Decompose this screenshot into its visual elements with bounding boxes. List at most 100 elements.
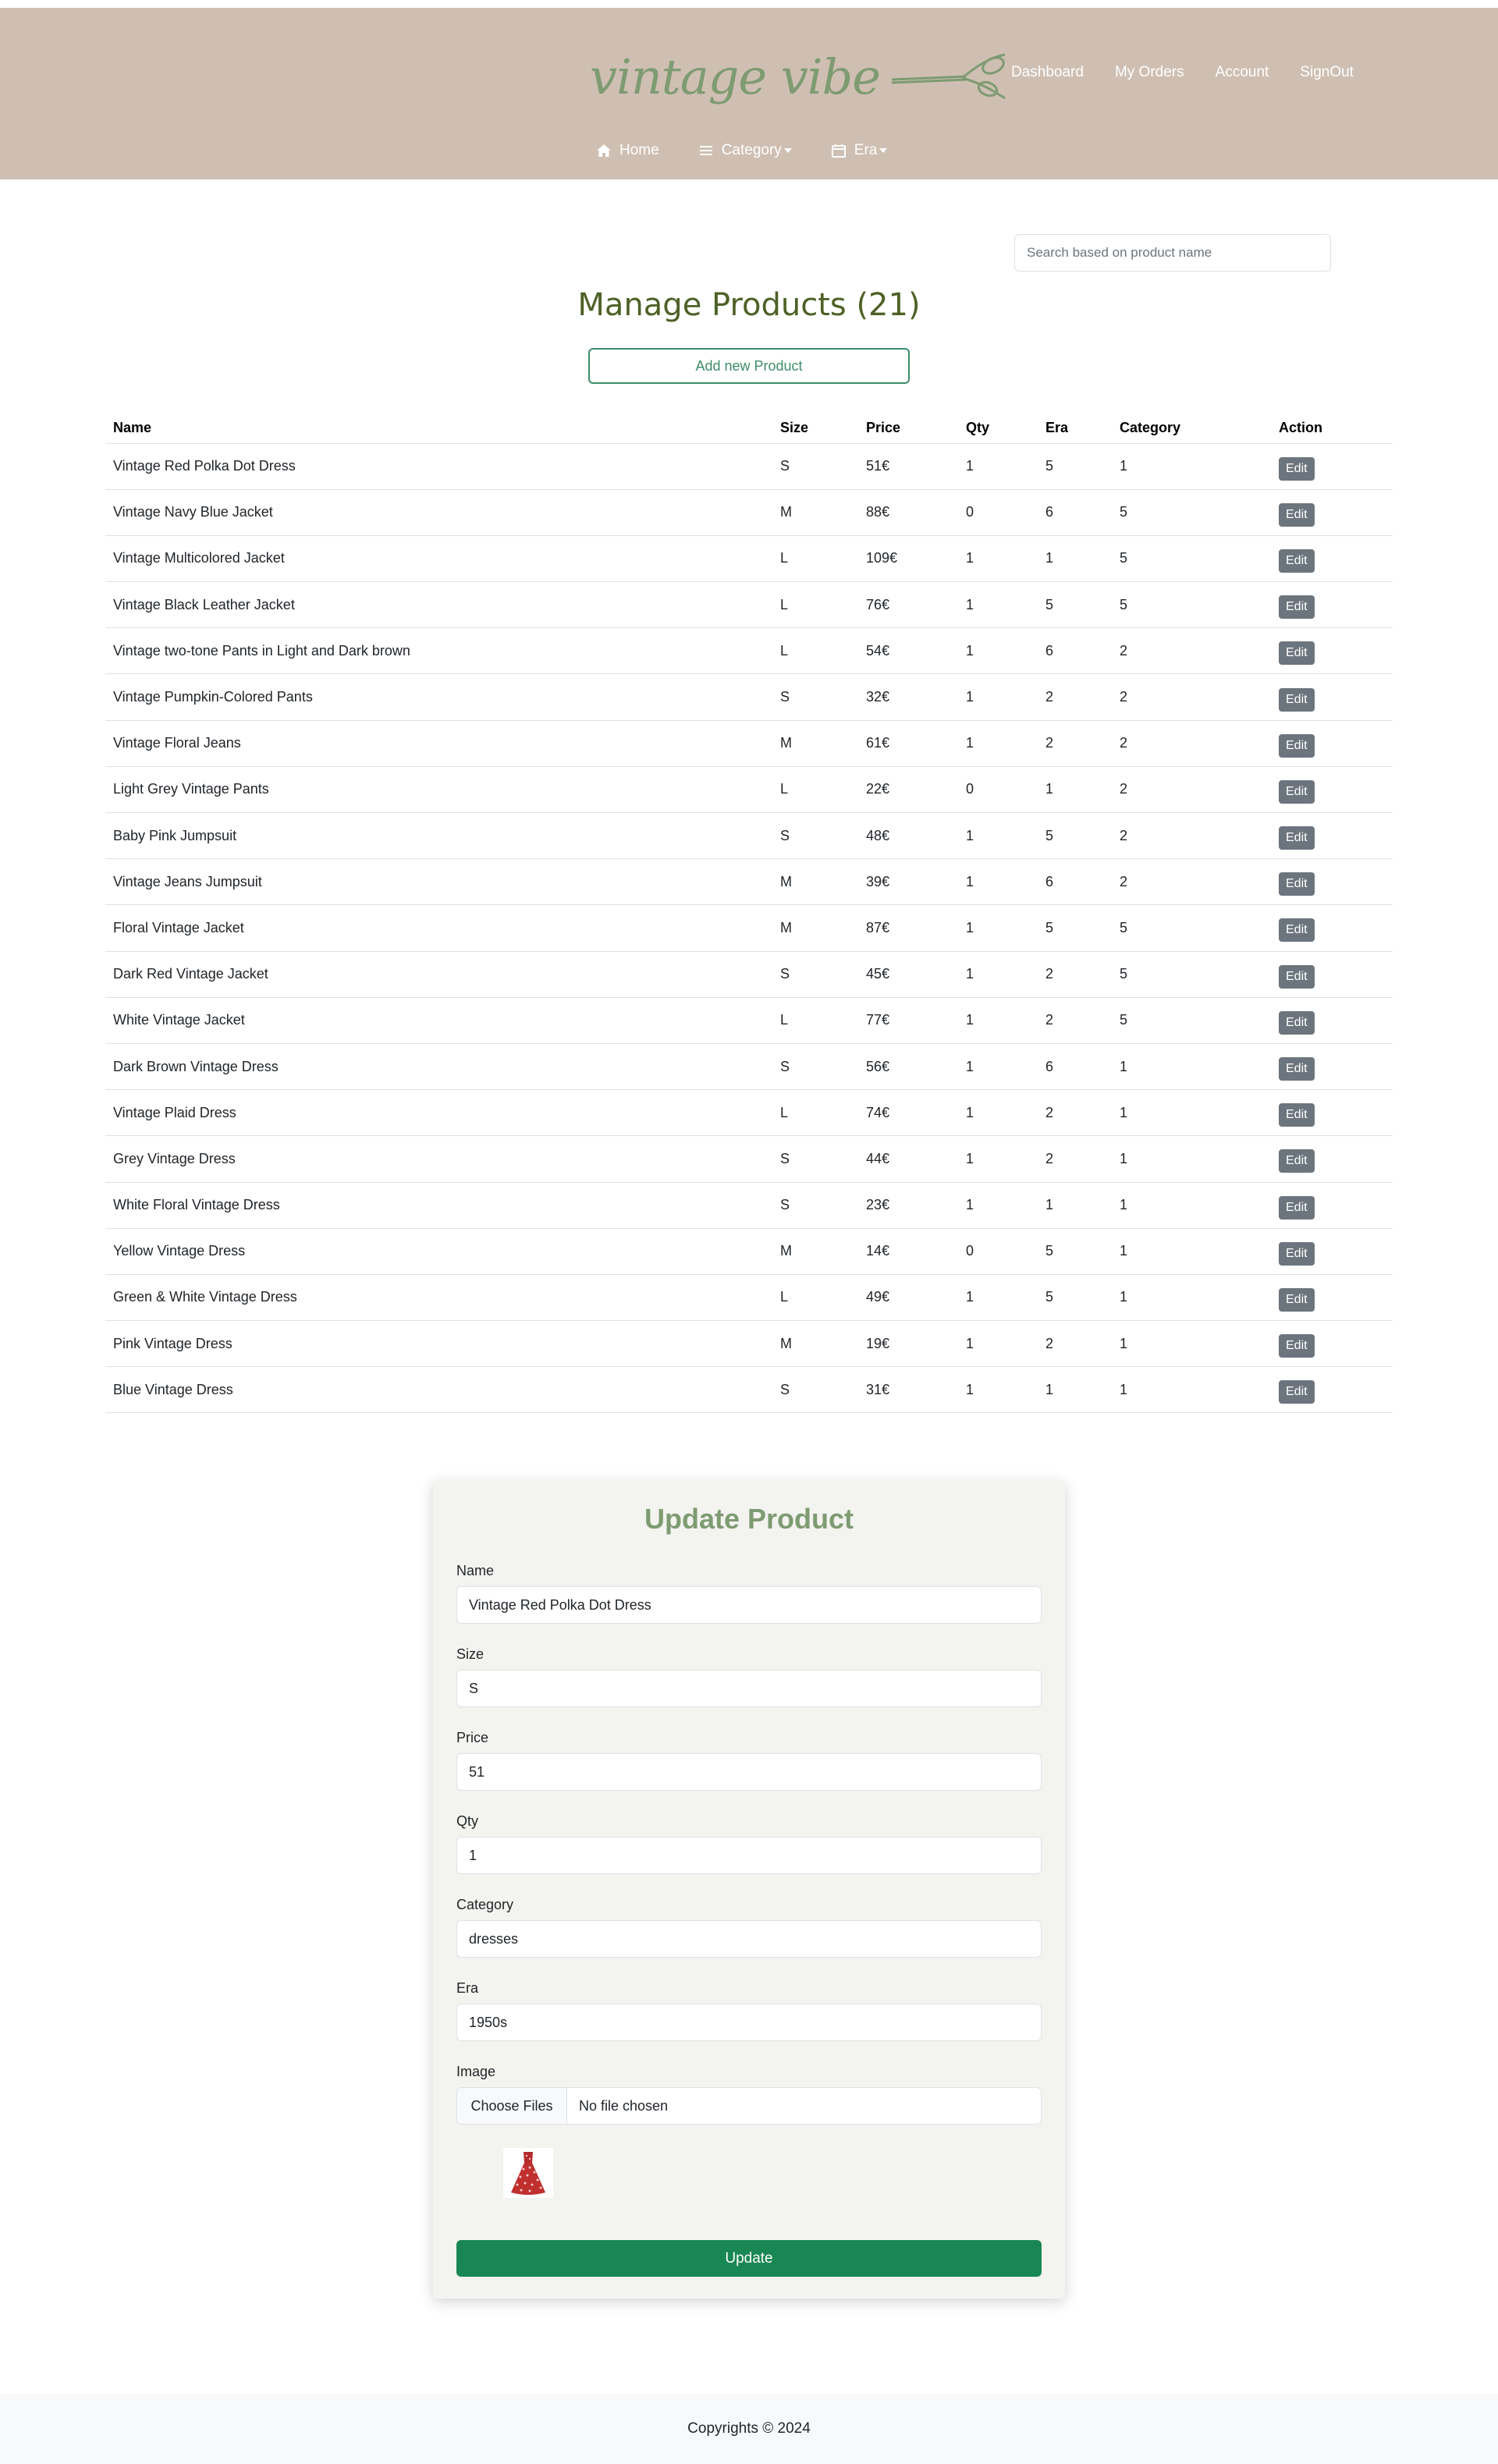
edit-button[interactable]: Edit [1279, 733, 1315, 758]
add-product-button[interactable]: Add new Product [588, 348, 910, 384]
table-row: Vintage Multicolored Jacket L 109€ 1 1 5 Edit [105, 535, 1393, 583]
edit-button[interactable]: Edit [1279, 1195, 1315, 1220]
update-button[interactable]: Update [456, 2240, 1042, 2277]
footer-text: Copyrights © 2024 [687, 2420, 811, 2437]
file-status: No file chosen [579, 2097, 669, 2114]
choose-files-button[interactable]: Choose Files [457, 2088, 567, 2124]
name-field: Name [456, 1563, 1042, 1624]
edit-button[interactable]: Edit [1279, 549, 1315, 573]
cell-name: Vintage Black Leather Jacket [105, 581, 772, 629]
cell-action: Edit [1271, 720, 1393, 767]
edit-button[interactable]: Edit [1279, 1057, 1315, 1081]
edit-button[interactable]: Edit [1279, 502, 1315, 527]
cell-price: 19€ [858, 1320, 958, 1368]
table-row: Vintage Black Leather Jacket L 76€ 1 5 5 Edit [105, 581, 1393, 629]
cell-name: White Floral Vintage Dress [105, 1182, 772, 1229]
table-row: Dark Red Vintage Jacket S 45€ 1 2 5 Edit [105, 951, 1393, 998]
cell-era: 5 [1038, 1228, 1112, 1275]
file-input[interactable]: Choose Files No file chosen [456, 2087, 1042, 2125]
era-field: Era [456, 1980, 1042, 2041]
cell-price: 87€ [858, 904, 958, 952]
cell-price: 51€ [858, 443, 958, 490]
nav-category[interactable]: Category [698, 142, 792, 159]
edit-button[interactable]: Edit [1279, 918, 1315, 943]
image-label: Image [456, 2064, 496, 2079]
cell-qty: 1 [958, 858, 1038, 906]
table-row: Light Grey Vintage Pants L 22€ 0 1 2 Edit [105, 766, 1393, 814]
edit-button[interactable]: Edit [1279, 964, 1315, 989]
table-row: Blue Vintage Dress S 31€ 1 1 1 Edit [105, 1366, 1393, 1414]
cell-qty: 1 [958, 1089, 1038, 1137]
edit-button[interactable]: Edit [1279, 779, 1315, 804]
account-link[interactable]: Account [1216, 64, 1269, 81]
edit-button[interactable]: Edit [1279, 595, 1315, 620]
price-input[interactable] [456, 1753, 1042, 1791]
table-row: Dark Brown Vintage Dress S 56€ 1 6 1 Edit [105, 1043, 1393, 1091]
list-icon [699, 146, 712, 155]
cell-action: Edit [1271, 997, 1393, 1044]
edit-button[interactable]: Edit [1279, 641, 1315, 666]
cell-size: M [772, 489, 858, 536]
table-row: White Vintage Jacket L 77€ 1 2 5 Edit [105, 997, 1393, 1044]
cell-era: 1 [1038, 1366, 1112, 1414]
cell-price: 31€ [858, 1366, 958, 1414]
my-orders-link[interactable]: My Orders [1115, 64, 1184, 81]
edit-button[interactable]: Edit [1279, 687, 1315, 712]
cell-action: Edit [1271, 489, 1393, 536]
edit-button[interactable]: Edit [1279, 1380, 1315, 1404]
cell-price: 77€ [858, 997, 958, 1044]
products-table: Name Size Price Qty Era Category Action … [105, 414, 1393, 1414]
edit-button[interactable]: Edit [1279, 826, 1315, 850]
cell-category: 5 [1112, 904, 1271, 952]
cell-price: 22€ [858, 766, 958, 814]
cell-era: 1 [1038, 766, 1112, 814]
nav-era[interactable]: Era [831, 142, 888, 159]
cell-era: 5 [1038, 1274, 1112, 1322]
nav-home[interactable]: Home [596, 142, 659, 159]
logo[interactable]: vintage vibe [590, 48, 1013, 105]
edit-button[interactable]: Edit [1279, 872, 1315, 896]
cell-category: 1 [1112, 1366, 1271, 1414]
table-row: Vintage Jeans Jumpsuit M 39€ 1 6 2 Edit [105, 858, 1393, 906]
cell-size: L [772, 766, 858, 814]
cell-size: M [772, 858, 858, 906]
cell-category: 1 [1112, 1135, 1271, 1183]
edit-button[interactable]: Edit [1279, 1103, 1315, 1127]
signout-link[interactable]: SignOut [1300, 64, 1354, 81]
era-input[interactable] [456, 2004, 1042, 2041]
category-input[interactable] [456, 1920, 1042, 1958]
cell-name: Vintage Floral Jeans [105, 720, 772, 767]
cell-category: 1 [1112, 1320, 1271, 1368]
table-row: Baby Pink Jumpsuit S 48€ 1 5 2 Edit [105, 812, 1393, 860]
edit-button[interactable]: Edit [1279, 1010, 1315, 1035]
header-name: Name [105, 414, 772, 444]
name-input[interactable] [456, 1586, 1042, 1624]
scissors-icon [891, 53, 1006, 99]
cell-qty: 1 [958, 535, 1038, 583]
search-input[interactable] [1014, 234, 1331, 272]
price-field: Price [456, 1730, 1042, 1791]
name-label: Name [456, 1563, 495, 1578]
dashboard-link[interactable]: Dashboard [1011, 64, 1084, 81]
size-input[interactable] [456, 1670, 1042, 1707]
edit-button[interactable]: Edit [1279, 1149, 1315, 1173]
qty-input[interactable] [456, 1837, 1042, 1874]
edit-button[interactable]: Edit [1279, 1334, 1315, 1358]
cell-size: S [772, 812, 858, 860]
chevron-down-icon [783, 148, 792, 153]
chevron-down-icon [879, 148, 888, 153]
product-image-thumbnail [503, 2148, 553, 2198]
cell-size: S [772, 1043, 858, 1091]
edit-button[interactable]: Edit [1279, 1287, 1315, 1312]
cell-category: 5 [1112, 489, 1271, 536]
cell-era: 2 [1038, 951, 1112, 998]
update-product-form: Update Product Name Size Price Qty Categ… [433, 1481, 1065, 2299]
cell-category: 2 [1112, 858, 1271, 906]
cell-qty: 1 [958, 951, 1038, 998]
cell-category: 1 [1112, 1043, 1271, 1091]
calendar-icon [831, 144, 846, 158]
edit-button[interactable]: Edit [1279, 1241, 1315, 1266]
edit-button[interactable]: Edit [1279, 456, 1315, 481]
cell-era: 5 [1038, 812, 1112, 860]
cell-qty: 1 [958, 1366, 1038, 1414]
